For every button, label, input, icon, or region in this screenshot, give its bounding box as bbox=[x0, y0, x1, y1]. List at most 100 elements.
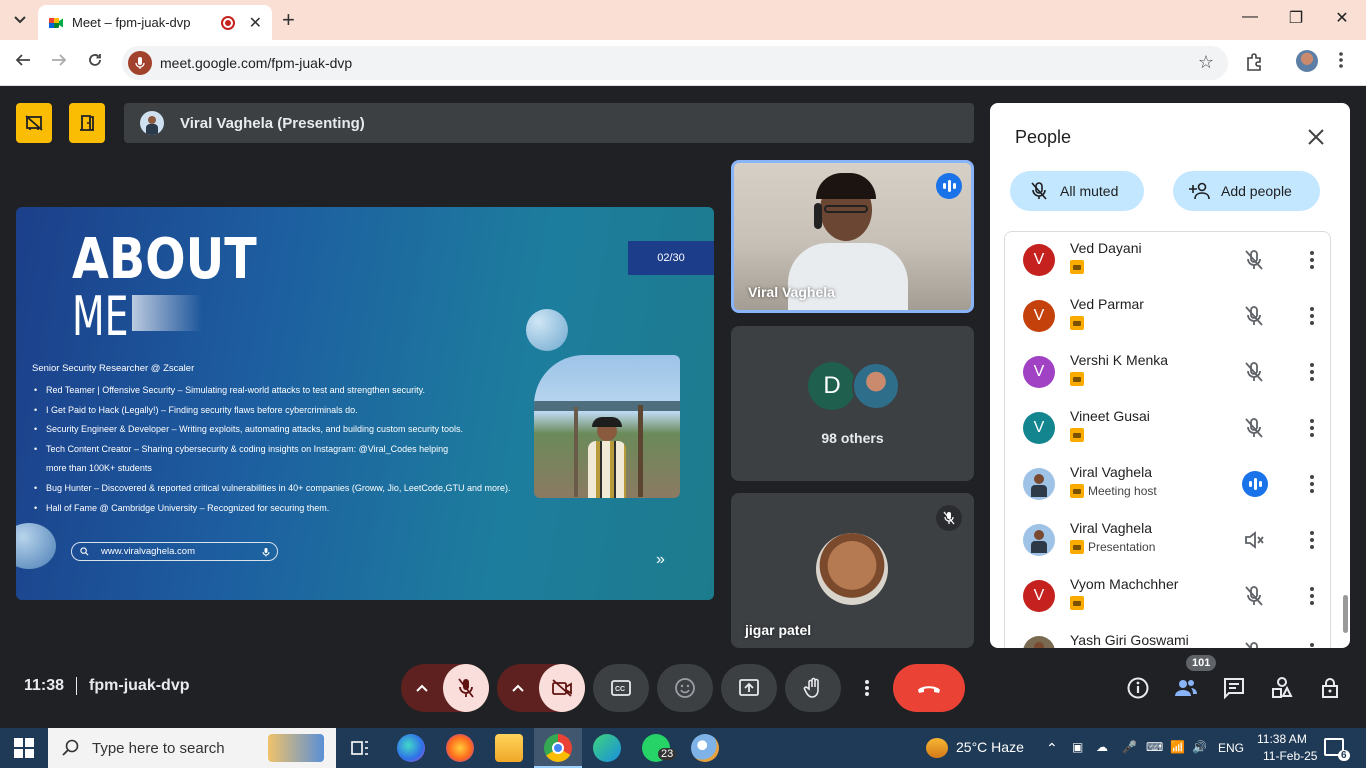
participant-list-scrollbar[interactable] bbox=[1343, 595, 1348, 633]
participant-tile-jigar[interactable]: jigar patel bbox=[731, 493, 974, 648]
mic-off-icon[interactable] bbox=[1242, 304, 1266, 328]
copilot-icon[interactable] bbox=[397, 734, 425, 762]
video-settings-button[interactable] bbox=[497, 664, 539, 712]
mic-off-icon[interactable] bbox=[1242, 416, 1266, 440]
closed-captions-icon: CC bbox=[611, 680, 631, 696]
profile-avatar[interactable] bbox=[1296, 50, 1318, 72]
audio-off-icon[interactable] bbox=[1242, 528, 1266, 552]
mic-off-icon[interactable] bbox=[1242, 640, 1266, 648]
participant-list[interactable]: V Ved Dayani V Ved Parmar V Vershi K Menka V Vi… bbox=[1004, 231, 1331, 648]
presenting-title: Viral Vaghela (Presenting) bbox=[180, 114, 365, 132]
chrome-icon[interactable] bbox=[544, 734, 572, 762]
weather-text[interactable]: 25°C Haze bbox=[956, 739, 1024, 755]
participant-more-button[interactable] bbox=[1309, 640, 1315, 648]
mic-toggle-button[interactable] bbox=[443, 664, 489, 712]
close-window-button[interactable]: ✕ bbox=[1330, 8, 1354, 28]
extensions-icon[interactable] bbox=[1244, 52, 1264, 77]
participant-avatar: D bbox=[808, 362, 856, 410]
restore-button[interactable]: ❐ bbox=[1284, 8, 1308, 28]
participant-row[interactable]: V Vineet Gusai bbox=[1005, 400, 1330, 456]
close-icon[interactable] bbox=[1304, 125, 1328, 149]
mic-off-icon[interactable] bbox=[1242, 584, 1266, 608]
participant-more-button[interactable] bbox=[1309, 528, 1315, 552]
bookmark-star-icon[interactable]: ☆ bbox=[1198, 52, 1214, 73]
tab-close-button[interactable]: ✕ bbox=[249, 13, 262, 33]
participant-row[interactable]: V Ved Dayani bbox=[1005, 232, 1330, 288]
participant-avatar: V bbox=[1023, 244, 1055, 276]
microphone-in-use-icon[interactable] bbox=[128, 51, 152, 75]
language-indicator[interactable]: ENG bbox=[1218, 741, 1244, 755]
windows-start-button[interactable] bbox=[14, 738, 34, 758]
camera-toggle-button[interactable] bbox=[539, 664, 585, 712]
file-explorer-icon[interactable] bbox=[495, 734, 523, 762]
task-view-icon[interactable] bbox=[346, 734, 374, 762]
participant-more-button[interactable] bbox=[1309, 360, 1315, 384]
more-options-button[interactable] bbox=[856, 664, 878, 712]
emoji-icon bbox=[675, 678, 695, 698]
wifi-icon[interactable]: 📶 bbox=[1170, 740, 1185, 754]
weather-icon[interactable] bbox=[926, 738, 948, 758]
chevron-up-icon[interactable]: ⌃ bbox=[1046, 740, 1058, 757]
meeting-details-icon[interactable] bbox=[1126, 676, 1150, 700]
activities-icon[interactable] bbox=[1270, 676, 1294, 700]
present-screen-button[interactable] bbox=[721, 664, 777, 712]
participant-row[interactable]: V Ved Parmar bbox=[1005, 288, 1330, 344]
exit-room-button[interactable] bbox=[69, 103, 105, 143]
tab-meet[interactable]: Meet – fpm-juak-dvp ✕ bbox=[38, 5, 272, 40]
taskbar-date[interactable]: 11-Feb-25 bbox=[1263, 749, 1317, 763]
paint-icon[interactable] bbox=[691, 734, 719, 762]
mic-off-icon[interactable] bbox=[1242, 360, 1266, 384]
participant-more-button[interactable] bbox=[1309, 304, 1315, 328]
new-tab-button[interactable]: + bbox=[282, 8, 295, 32]
taskbar-time[interactable]: 11:38 AM bbox=[1257, 732, 1307, 746]
presentation-chip-icon bbox=[1070, 596, 1084, 610]
microphone-tray-icon[interactable]: 🎤 bbox=[1122, 740, 1137, 754]
presentation-chip-icon bbox=[1070, 428, 1084, 442]
people-panel-title: People bbox=[1015, 127, 1072, 147]
raise-hand-button[interactable] bbox=[785, 664, 841, 712]
minimize-button[interactable]: — bbox=[1238, 8, 1262, 26]
participant-more-button[interactable] bbox=[1309, 472, 1315, 496]
slide-subtitle: Senior Security Researcher @ Zscaler bbox=[32, 363, 195, 374]
firefox-icon[interactable] bbox=[446, 734, 474, 762]
slide-website-text: www.viralvaghela.com bbox=[101, 546, 195, 557]
people-count-badge: 101 bbox=[1186, 655, 1217, 671]
browser-menu-button[interactable] bbox=[1338, 51, 1344, 74]
onedrive-icon[interactable]: ☁ bbox=[1096, 740, 1108, 754]
others-tile[interactable]: D 98 others bbox=[731, 326, 974, 481]
keyboard-icon[interactable]: ⌨ bbox=[1146, 740, 1163, 754]
leave-call-button[interactable] bbox=[893, 664, 965, 712]
tray-meet-icon[interactable]: ▣ bbox=[1072, 740, 1083, 754]
participant-avatar: V bbox=[1023, 300, 1055, 332]
people-icon[interactable] bbox=[1174, 676, 1198, 700]
participant-more-button[interactable] bbox=[1309, 416, 1315, 440]
participant-row[interactable]: Viral Vaghela Meeting host bbox=[1005, 456, 1330, 512]
add-people-button[interactable]: Add people bbox=[1173, 171, 1320, 211]
captions-button[interactable]: CC bbox=[593, 664, 649, 712]
participant-more-button[interactable] bbox=[1309, 248, 1315, 272]
back-button[interactable] bbox=[12, 52, 34, 73]
edge-icon[interactable] bbox=[593, 734, 621, 762]
taskbar-search-box[interactable]: Type here to search bbox=[48, 728, 336, 768]
participant-row[interactable]: V Vershi K Menka bbox=[1005, 344, 1330, 400]
presenter-video-tile[interactable]: Viral Vaghela bbox=[731, 160, 974, 313]
chevron-up-icon bbox=[416, 684, 428, 692]
slide-heading-me: ME bbox=[72, 285, 129, 348]
address-bar[interactable]: meet.google.com/fpm-juak-dvp ☆ bbox=[122, 46, 1228, 80]
participant-row[interactable]: Yash Giri Goswami bbox=[1005, 624, 1330, 648]
forward-button[interactable] bbox=[48, 52, 70, 73]
participant-row[interactable]: Viral Vaghela Presentation bbox=[1005, 512, 1330, 568]
participant-more-button[interactable] bbox=[1309, 584, 1315, 608]
reactions-button[interactable] bbox=[657, 664, 713, 712]
audio-settings-button[interactable] bbox=[401, 664, 443, 712]
participant-row[interactable]: V Vyom Machchher bbox=[1005, 568, 1330, 624]
chat-icon[interactable] bbox=[1222, 676, 1246, 700]
reload-button[interactable] bbox=[84, 52, 106, 73]
mic-off-icon[interactable] bbox=[1242, 248, 1266, 272]
volume-icon[interactable]: 🔊 bbox=[1192, 740, 1207, 754]
mute-all-button[interactable]: All muted bbox=[1010, 171, 1144, 211]
companion-mode-button[interactable] bbox=[16, 103, 52, 143]
host-controls-icon[interactable] bbox=[1318, 676, 1342, 700]
tab-search-button[interactable] bbox=[8, 8, 32, 32]
chevron-down-icon bbox=[14, 16, 26, 24]
